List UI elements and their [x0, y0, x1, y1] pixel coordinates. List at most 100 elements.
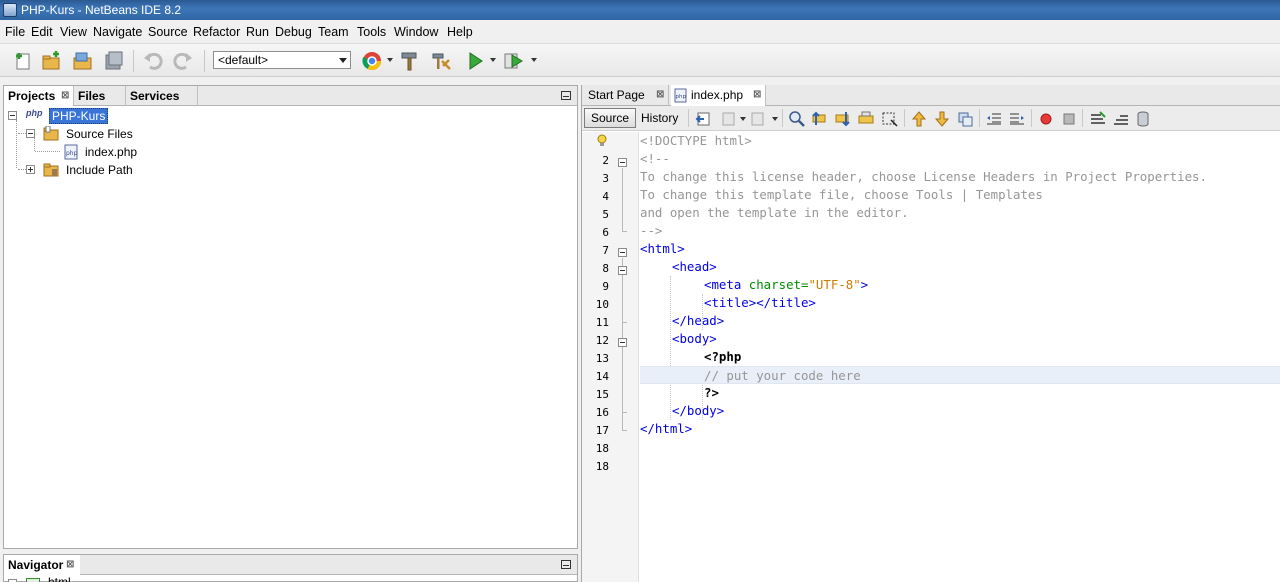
tree-node-include-path[interactable]: Include Path: [26, 162, 226, 178]
next-bookmark-icon[interactable]: [933, 110, 951, 128]
undo-icon[interactable]: [142, 50, 164, 72]
tab-index-php-label: index.php: [691, 88, 744, 102]
back-icon[interactable]: [719, 110, 737, 128]
shift-left-icon[interactable]: [985, 110, 1003, 128]
toggle-bookmark-icon[interactable]: [956, 110, 974, 128]
hint-lightbulb-icon[interactable]: [596, 134, 608, 148]
forward-icon[interactable]: [749, 110, 767, 128]
title-tag: <title></title>: [704, 295, 816, 310]
tree-node-project[interactable]: php PHP-Kurs: [8, 108, 208, 124]
line-number: 15: [595, 388, 609, 401]
tab-files[interactable]: Files: [74, 86, 126, 106]
toggle-highlight-search-icon[interactable]: [857, 110, 875, 128]
html-open-tag: <html>: [640, 241, 685, 256]
comment-open: <!--: [640, 151, 670, 166]
tree-node-index-php[interactable]: php index.php: [62, 144, 262, 160]
window-title: PHP-Kurs - NetBeans IDE 8.2: [21, 3, 182, 17]
html-element-icon: [26, 578, 40, 582]
line-number: 3: [602, 172, 609, 185]
comment-close: -->: [640, 223, 663, 238]
tab-projects-label: Projects: [8, 89, 56, 103]
menu-debug[interactable]: Debug: [275, 25, 312, 39]
editor-gutter: 2 3 4 5 6 7 8 9 10 11 12 13 14 15 16 17 …: [582, 132, 639, 582]
build-hammer-icon[interactable]: [399, 50, 421, 72]
line-number: 2: [602, 154, 609, 167]
tab-start-page[interactable]: Start Page ⊠: [582, 85, 669, 106]
library-folder-icon: [43, 163, 59, 177]
tree-label-index-php: index.php: [85, 145, 138, 159]
menu-run[interactable]: Run: [246, 25, 269, 39]
php-close-tag: ?>: [704, 385, 719, 400]
last-edit-icon[interactable]: [695, 110, 713, 128]
debug-project-icon[interactable]: [503, 50, 525, 72]
open-project-icon[interactable]: [72, 50, 94, 72]
database-icon[interactable]: [1134, 110, 1152, 128]
close-icon[interactable]: ⊠: [656, 89, 664, 100]
menu-bar: File Edit View Navigate Source Refactor …: [0, 20, 1280, 44]
close-icon[interactable]: ⊠: [753, 89, 761, 100]
previous-bookmark-icon[interactable]: [910, 110, 928, 128]
fold-toggle[interactable]: [618, 266, 627, 275]
tab-files-label: Files: [78, 89, 106, 103]
toggle-rectangular-selection-icon[interactable]: [880, 110, 898, 128]
line-number: 9: [602, 280, 609, 293]
menu-source[interactable]: Source: [148, 25, 188, 39]
fold-toggle[interactable]: [618, 338, 627, 347]
forward-dropdown-caret[interactable]: [772, 117, 778, 121]
uncomment-icon[interactable]: [1112, 110, 1130, 128]
menu-refactor[interactable]: Refactor: [193, 25, 240, 39]
close-icon[interactable]: ⊠: [66, 559, 74, 570]
tab-projects[interactable]: Projects ⊠: [4, 86, 74, 106]
fold-toggle[interactable]: [618, 158, 627, 167]
find-previous-icon[interactable]: [811, 110, 829, 128]
start-macro-recording-icon[interactable]: [1037, 110, 1055, 128]
menu-help[interactable]: Help: [447, 25, 473, 39]
new-project-icon[interactable]: [40, 50, 62, 72]
tab-index-php[interactable]: php index.php ⊠: [671, 85, 766, 106]
expand-toggle[interactable]: [26, 165, 35, 174]
fold-toggle[interactable]: [618, 248, 627, 257]
history-mode-button[interactable]: History: [634, 108, 685, 128]
configuration-select[interactable]: <default>: [213, 51, 351, 69]
menu-view[interactable]: View: [60, 25, 87, 39]
minimize-panel-button[interactable]: [561, 91, 571, 100]
find-selection-icon[interactable]: [788, 110, 806, 128]
back-dropdown-caret[interactable]: [740, 117, 746, 121]
line-number: 14: [595, 370, 609, 383]
menu-tools[interactable]: Tools: [357, 25, 386, 39]
debug-dropdown-caret[interactable]: [531, 58, 537, 62]
code-line: <head>: [640, 258, 1280, 276]
line-number: 16: [595, 406, 609, 419]
clean-build-icon[interactable]: [430, 50, 452, 72]
body-close-tag: </body>: [672, 403, 725, 418]
tab-start-page-label: Start Page: [588, 88, 645, 102]
tree-node-source-files[interactable]: Source Files: [26, 126, 226, 142]
code-area[interactable]: <!DOCTYPE html> <!-- To change this lice…: [640, 132, 1280, 582]
collapse-toggle[interactable]: [8, 111, 17, 120]
find-next-icon[interactable]: [834, 110, 852, 128]
source-mode-button[interactable]: Source: [584, 108, 637, 128]
close-icon[interactable]: ⊠: [61, 90, 69, 101]
shift-right-icon[interactable]: [1008, 110, 1026, 128]
save-all-icon[interactable]: [103, 50, 125, 72]
menu-edit[interactable]: Edit: [31, 25, 53, 39]
collapse-toggle[interactable]: [26, 129, 35, 138]
tab-navigator[interactable]: Navigator ⊠: [4, 555, 80, 575]
projects-panel: Projects ⊠ Files Services php PHP-Kurs S…: [3, 85, 578, 549]
menu-team[interactable]: Team: [318, 25, 349, 39]
tree-label-include-path: Include Path: [66, 163, 133, 177]
navigator-item-html[interactable]: html: [8, 576, 208, 582]
toggle-comment-icon[interactable]: [1089, 110, 1107, 128]
run-project-icon[interactable]: [464, 50, 486, 72]
run-dropdown-caret[interactable]: [490, 58, 496, 62]
browser-dropdown-caret[interactable]: [387, 58, 393, 62]
tab-services[interactable]: Services: [126, 86, 198, 106]
menu-file[interactable]: File: [5, 25, 25, 39]
redo-icon[interactable]: [172, 50, 194, 72]
menu-navigate[interactable]: Navigate: [93, 25, 142, 39]
minimize-panel-button[interactable]: [561, 560, 571, 569]
new-file-icon[interactable]: [12, 50, 34, 72]
chrome-browser-icon[interactable]: [361, 50, 383, 72]
stop-macro-recording-icon[interactable]: [1060, 110, 1078, 128]
menu-window[interactable]: Window: [394, 25, 438, 39]
